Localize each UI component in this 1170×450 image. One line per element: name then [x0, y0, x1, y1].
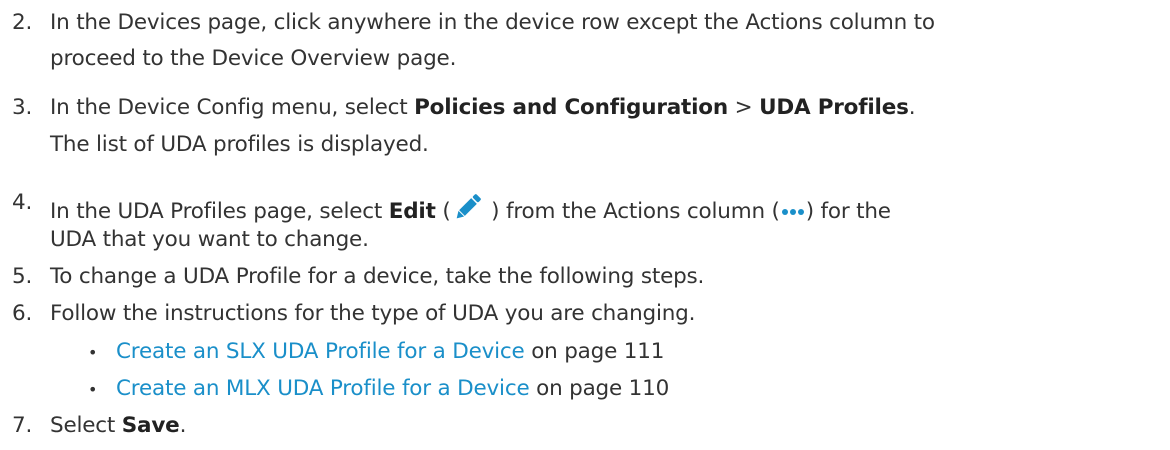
link-create-mlx-uda-profile[interactable]: Create an MLX UDA Profile for a Device: [116, 376, 530, 401]
document-page: 2. In the Devices page, click anywhere i…: [0, 0, 1170, 450]
link-item: Create an SLX UDA Profile for a Device o…: [116, 339, 665, 364]
step-result-text: The list of UDA profiles is displayed.: [50, 132, 429, 157]
edit-label: Edit: [388, 199, 436, 224]
step-text: In the UDA Profiles page, select Edit ( …: [50, 190, 891, 224]
step-text: In the Devices page, click anywhere in t…: [50, 10, 935, 35]
step-number: 5.: [12, 264, 33, 289]
step-number: 7.: [12, 413, 33, 438]
menu-policies-and-configuration: Policies and Configuration: [414, 95, 728, 120]
step-text: Select Save.: [50, 413, 187, 438]
step-text: Follow the instructions for the type of …: [50, 301, 696, 326]
pencil-icon: [456, 194, 481, 219]
step-text: To change a UDA Profile for a device, ta…: [50, 264, 705, 289]
link-create-slx-uda-profile[interactable]: Create an SLX UDA Profile for a Device: [116, 339, 525, 364]
bullet-marker: •: [88, 343, 98, 362]
step-number: 3.: [12, 95, 33, 120]
step-number: 2.: [12, 10, 33, 35]
step-text: In the Device Config menu, select Polici…: [50, 95, 916, 120]
bullet-marker: •: [88, 380, 98, 399]
step-number: 6.: [12, 301, 33, 326]
step-text-continued: UDA that you want to change.: [50, 227, 369, 252]
more-dots-icon: [781, 209, 804, 215]
menu-uda-profiles: UDA Profiles: [759, 95, 909, 120]
save-label: Save: [121, 413, 180, 438]
link-item: Create an MLX UDA Profile for a Device o…: [116, 376, 670, 401]
step-text-continued: proceed to the Device Overview page.: [50, 46, 457, 71]
step-number: 4.: [12, 190, 33, 215]
